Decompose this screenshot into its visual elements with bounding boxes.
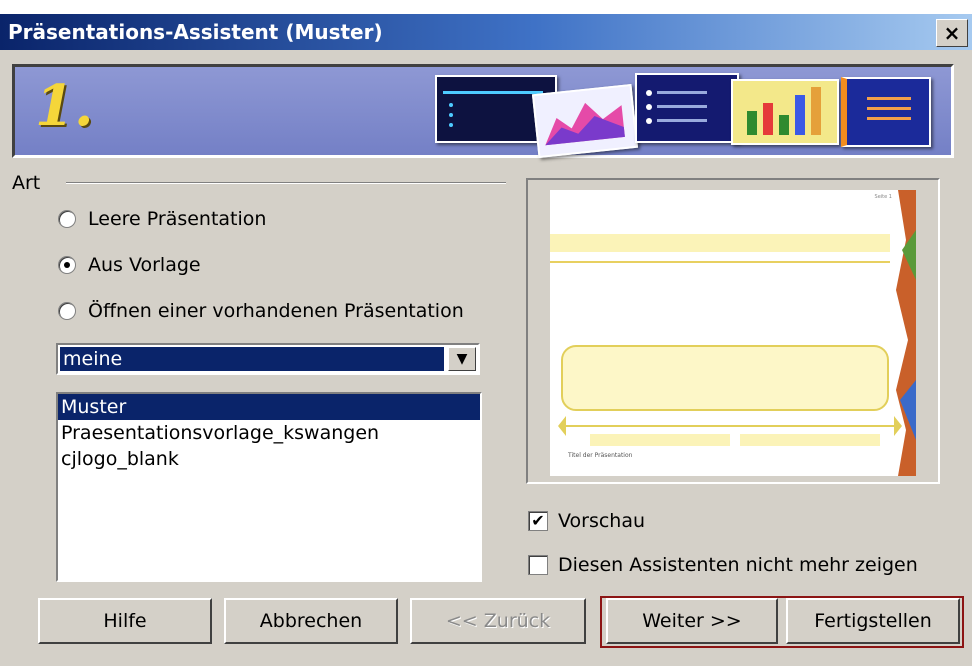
preview-slide-graphic [550, 190, 916, 476]
next-button[interactable]: Weiter >> [606, 598, 778, 644]
slide-thumbnail-bars-icon [731, 79, 839, 145]
art-group-label: Art [12, 172, 41, 194]
preview-page-label: Seite 1 [874, 194, 892, 200]
template-list[interactable]: Muster Praesentationsvorlage_kswangen cj… [56, 392, 482, 582]
radio-button-icon[interactable] [58, 210, 76, 228]
cancel-button[interactable]: Abbrechen [224, 598, 398, 644]
preview-slide: Seite 1 Titel der Präsentation [550, 190, 916, 476]
step-number: 1. [35, 73, 94, 139]
template-category-select[interactable]: meine ▼ [56, 343, 480, 375]
radio-label-template: Aus Vorlage [88, 254, 201, 276]
radio-empty-presentation[interactable]: Leere Präsentation [58, 206, 266, 232]
top-strip [0, 0, 972, 14]
radio-button-checked-icon[interactable] [58, 256, 76, 274]
radio-from-template[interactable]: Aus Vorlage [58, 252, 201, 278]
window-title: Präsentations-Assistent (Muster) [8, 20, 383, 44]
list-item[interactable]: Praesentationsvorlage_kswangen [58, 420, 480, 446]
slide-thumbnail-zigzag-icon [841, 77, 931, 147]
help-button[interactable]: Hilfe [38, 598, 212, 644]
slide-thumbnail-list-icon [635, 73, 739, 143]
wizard-banner: 1. [12, 64, 954, 159]
radio-label-empty: Leere Präsentation [88, 208, 267, 230]
chevron-down-icon[interactable]: ▼ [448, 347, 476, 371]
dont-show-checkbox-row[interactable]: Diesen Assistenten nicht mehr zeigen [528, 552, 918, 578]
check-icon[interactable]: ✔ [528, 511, 548, 531]
title-bar: Präsentations-Assistent (Muster) × [0, 14, 972, 50]
radio-label-open: Öffnen einer vorhandenen Präsentation [88, 300, 464, 322]
slide-thumbnail-chart-icon [531, 83, 639, 159]
close-button[interactable]: × [936, 19, 968, 47]
back-button[interactable]: << Zurück [410, 598, 586, 644]
preview-checkbox-label: Vorschau [558, 510, 646, 532]
art-group-divider [66, 182, 506, 184]
list-item[interactable]: cjlogo_blank [58, 446, 480, 472]
dont-show-checkbox-label: Diesen Assistenten nicht mehr zeigen [558, 554, 918, 576]
list-item[interactable]: Muster [58, 394, 480, 420]
finish-button[interactable]: Fertigstellen [786, 598, 960, 644]
radio-open-existing[interactable]: Öffnen einer vorhandenen Präsentation [58, 298, 464, 324]
preview-footer-text: Titel der Präsentation [568, 452, 633, 459]
preview-checkbox-row[interactable]: ✔ Vorschau [528, 508, 645, 534]
radio-button-icon[interactable] [58, 302, 76, 320]
template-preview: Seite 1 Titel der Präsentation [526, 178, 940, 484]
checkbox-empty-icon[interactable] [528, 555, 548, 575]
template-category-value: meine [59, 346, 445, 372]
